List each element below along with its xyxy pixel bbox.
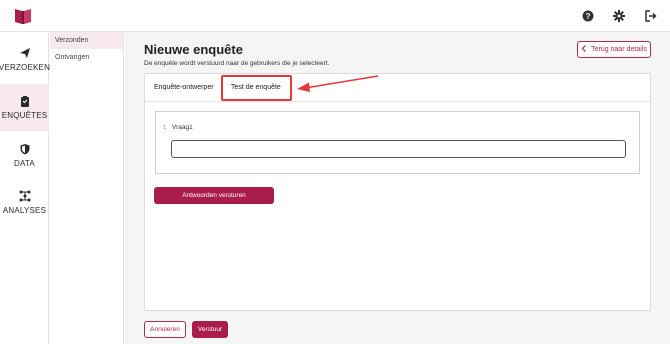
- nav-label: ENQUÊTES: [1, 111, 48, 120]
- top-bar: ?: [0, 0, 670, 32]
- submit-answers-button[interactable]: Antwoorden versturen: [154, 187, 274, 204]
- annotation-highlight-box: [221, 75, 292, 101]
- sub-nav: Verzonden Ontvangen: [50, 32, 124, 344]
- nav-label: VERZOEKEN: [0, 63, 51, 72]
- clipboard-icon: [20, 96, 29, 107]
- subnav-item-ontvangen[interactable]: Ontvangen: [50, 49, 123, 66]
- question-block: 1. Vraag1: [155, 111, 640, 174]
- question-label: Vraag1: [172, 124, 193, 131]
- nav-item-enquetes[interactable]: ENQUÊTES: [0, 84, 49, 131]
- page-subtitle: De enquête wordt verstuurd naar de gebru…: [144, 60, 330, 67]
- cancel-button[interactable]: Annuleren: [144, 321, 186, 338]
- nav-label: ANALYSES: [2, 206, 47, 215]
- nav-item-analyses[interactable]: ANALYSES: [0, 179, 49, 226]
- survey-card: Enquête-ontwerper Test de enquête 1. Vra…: [144, 73, 651, 311]
- nav-item-verzoeken[interactable]: VERZOEKEN: [0, 36, 51, 83]
- app-logo-icon[interactable]: [13, 7, 33, 25]
- gear-icon[interactable]: [612, 9, 626, 23]
- main-content: Nieuwe enquête De enquête wordt verstuur…: [125, 32, 670, 344]
- subnav-item-verzonden[interactable]: Verzonden: [50, 32, 123, 49]
- left-nav: VERZOEKEN ENQUÊTES DATA ANALYSES: [0, 32, 51, 344]
- send-button[interactable]: Verstuur: [192, 321, 228, 338]
- back-label: Terug naar details: [591, 46, 647, 53]
- page-title: Nieuwe enquête: [144, 42, 243, 57]
- nav-item-data[interactable]: DATA: [0, 132, 49, 179]
- help-icon[interactable]: ?: [581, 9, 595, 23]
- svg-text:?: ?: [586, 12, 591, 21]
- logout-icon[interactable]: [644, 9, 658, 23]
- question-number: 1.: [163, 125, 168, 131]
- question-answer-input[interactable]: [171, 140, 626, 158]
- tab-enquete-ontwerper[interactable]: Enquête-ontwerper: [154, 74, 214, 102]
- chevron-left-icon: [581, 45, 587, 54]
- tab-bar: Enquête-ontwerper Test de enquête: [145, 74, 650, 102]
- shield-icon: [20, 144, 29, 155]
- nav-label: DATA: [14, 159, 35, 168]
- back-to-details-button[interactable]: Terug naar details: [577, 41, 651, 58]
- send-icon: [19, 48, 30, 58]
- annotation-arrow-icon: [297, 75, 379, 92]
- network-icon: [19, 190, 30, 202]
